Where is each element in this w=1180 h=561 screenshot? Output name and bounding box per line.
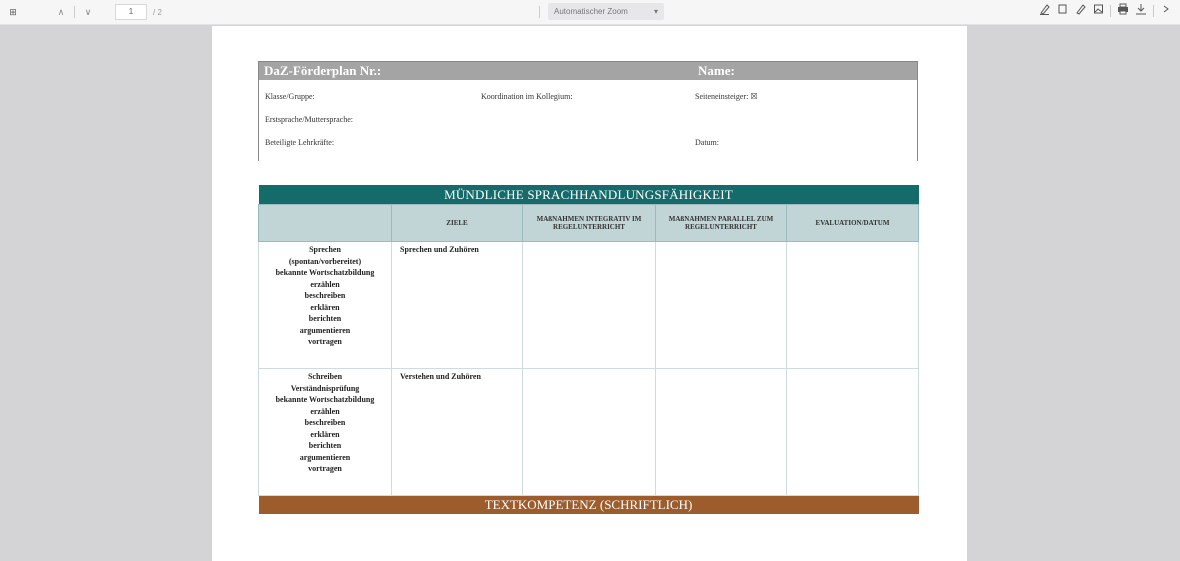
plan-title: DaZ-Förderplan Nr.: xyxy=(264,63,382,78)
image-icon[interactable] xyxy=(1092,3,1104,19)
ziel-cell: Verstehen und Zuhören xyxy=(391,368,523,496)
seiteneinsteiger-label: Seiteneinsteiger: ☒ xyxy=(695,92,758,101)
page-count: / 2 xyxy=(153,7,162,17)
table-cell[interactable] xyxy=(785,241,920,369)
row-label-line: erzählen xyxy=(310,279,340,289)
page-number-input[interactable]: 1 xyxy=(115,4,147,20)
text-icon[interactable] xyxy=(1056,3,1068,19)
document-content: DaZ-Förderplan Nr.: Name: Klasse/Gruppe:… xyxy=(258,61,920,514)
table-row: Sprechen (spontan/vorbereitet) bekannte … xyxy=(258,241,920,369)
toolbar-separator xyxy=(1110,5,1111,17)
zoom-value: Automatischer Zoom xyxy=(554,7,628,16)
pdf-toolbar: ⊞ ∧ ∨ 1 / 2 Automatischer Zoom ▾ xyxy=(0,0,1180,25)
row-label-line: erklären xyxy=(310,302,340,312)
toolbar-separator xyxy=(74,6,75,18)
erstsprache-label: Erstsprache/Muttersprache: xyxy=(265,115,353,124)
section-header: TEXTKOMPETENZ (SCHRIFTLICH) xyxy=(258,495,919,514)
row-label-line: (spontan/vorbereitet) xyxy=(288,256,362,266)
section-title: MÜNDLICHE SPRACHHANDLUNGSFÄHIGKEIT xyxy=(258,185,919,205)
name-label: Name: xyxy=(698,63,735,78)
row-label-line: argumentieren xyxy=(299,452,351,462)
chevron-down-icon: ▾ xyxy=(653,7,658,16)
toolbar-right xyxy=(1038,3,1172,19)
column-header-row: ZIELE MAßNAHMEN INTEGRATIV IM REGELUNTER… xyxy=(258,204,920,242)
row-label-line: Sprechen xyxy=(309,245,341,254)
row-label-line: erklären xyxy=(310,429,340,439)
column-header: MAßNAHMEN PARALLEL ZUM REGELUNTERRICHT xyxy=(655,204,787,242)
header-bar: DaZ-Förderplan Nr.: Name: xyxy=(259,62,917,80)
section-title: TEXTKOMPETENZ (SCHRIFTLICH) xyxy=(258,495,919,514)
column-header: ZIELE xyxy=(391,204,523,242)
row-label: Schreiben Verständnisprüfung bekannte Wo… xyxy=(258,368,392,496)
row-label-line: Verständnisprüfung xyxy=(290,383,360,393)
print-icon[interactable] xyxy=(1117,3,1129,19)
column-header: MAßNAHMEN INTEGRATIV IM REGELUNTERRICHT xyxy=(522,204,656,242)
row-label-line: berichten xyxy=(308,314,342,323)
koordination-label: Koordination im Kollegium: xyxy=(481,92,573,101)
table-cell[interactable] xyxy=(522,368,656,496)
row-label-line: bekannte Wortschatzbildung xyxy=(275,268,375,277)
table-cell[interactable] xyxy=(522,241,656,369)
highlight-icon[interactable] xyxy=(1038,3,1050,19)
row-label-line: vortragen xyxy=(308,464,342,473)
toolbar-separator xyxy=(1153,5,1154,17)
download-icon[interactable] xyxy=(1135,3,1147,19)
zoom-select[interactable]: Automatischer Zoom ▾ xyxy=(548,3,664,20)
draw-icon[interactable] xyxy=(1074,3,1086,19)
column-header: EVALUATION/DATUM xyxy=(785,204,920,242)
foerderplan-table: MÜNDLICHE SPRACHHANDLUNGSFÄHIGKEIT ZIELE… xyxy=(258,185,920,514)
klasse-label: Klasse/Gruppe: xyxy=(265,92,315,101)
table-row: Schreiben Verständnisprüfung bekannte Wo… xyxy=(258,368,920,496)
row-label-line: beschreiben xyxy=(304,291,346,300)
row-label-line: berichten xyxy=(308,441,342,450)
sidebar-toggle-icon[interactable]: ⊞ xyxy=(6,7,20,18)
datum-label: Datum: xyxy=(695,138,719,147)
toolbar-center: Automatischer Zoom ▾ xyxy=(539,3,664,20)
next-page-button[interactable]: ∨ xyxy=(81,7,95,18)
table-cell[interactable] xyxy=(655,241,787,369)
header-box: DaZ-Förderplan Nr.: Name: Klasse/Gruppe:… xyxy=(258,61,918,161)
more-tools-icon[interactable] xyxy=(1160,3,1172,19)
table-cell[interactable] xyxy=(655,368,787,496)
ziel-cell: Sprechen und Zuhören xyxy=(391,241,523,369)
toolbar-left: ⊞ ∧ ∨ 1 / 2 xyxy=(6,4,162,20)
toolbar-separator xyxy=(539,5,540,18)
table-cell[interactable] xyxy=(785,368,920,496)
row-label-line: Schreiben xyxy=(307,372,343,381)
pdf-page: DaZ-Förderplan Nr.: Name: Klasse/Gruppe:… xyxy=(212,26,967,561)
beteiligte-label: Beteiligte Lehrkräfte: xyxy=(265,138,335,147)
row-label-line: vortragen xyxy=(308,337,342,346)
row-label: Sprechen (spontan/vorbereitet) bekannte … xyxy=(258,241,392,369)
row-label-line: beschreiben xyxy=(304,418,346,427)
row-label-line: argumentieren xyxy=(299,325,351,335)
column-header xyxy=(258,204,392,242)
section-header: MÜNDLICHE SPRACHHANDLUNGSFÄHIGKEIT xyxy=(258,185,919,205)
row-label-line: erzählen xyxy=(310,406,340,416)
previous-page-button[interactable]: ∧ xyxy=(54,7,68,18)
row-label-line: bekannte Wortschatzbildung xyxy=(275,395,375,404)
